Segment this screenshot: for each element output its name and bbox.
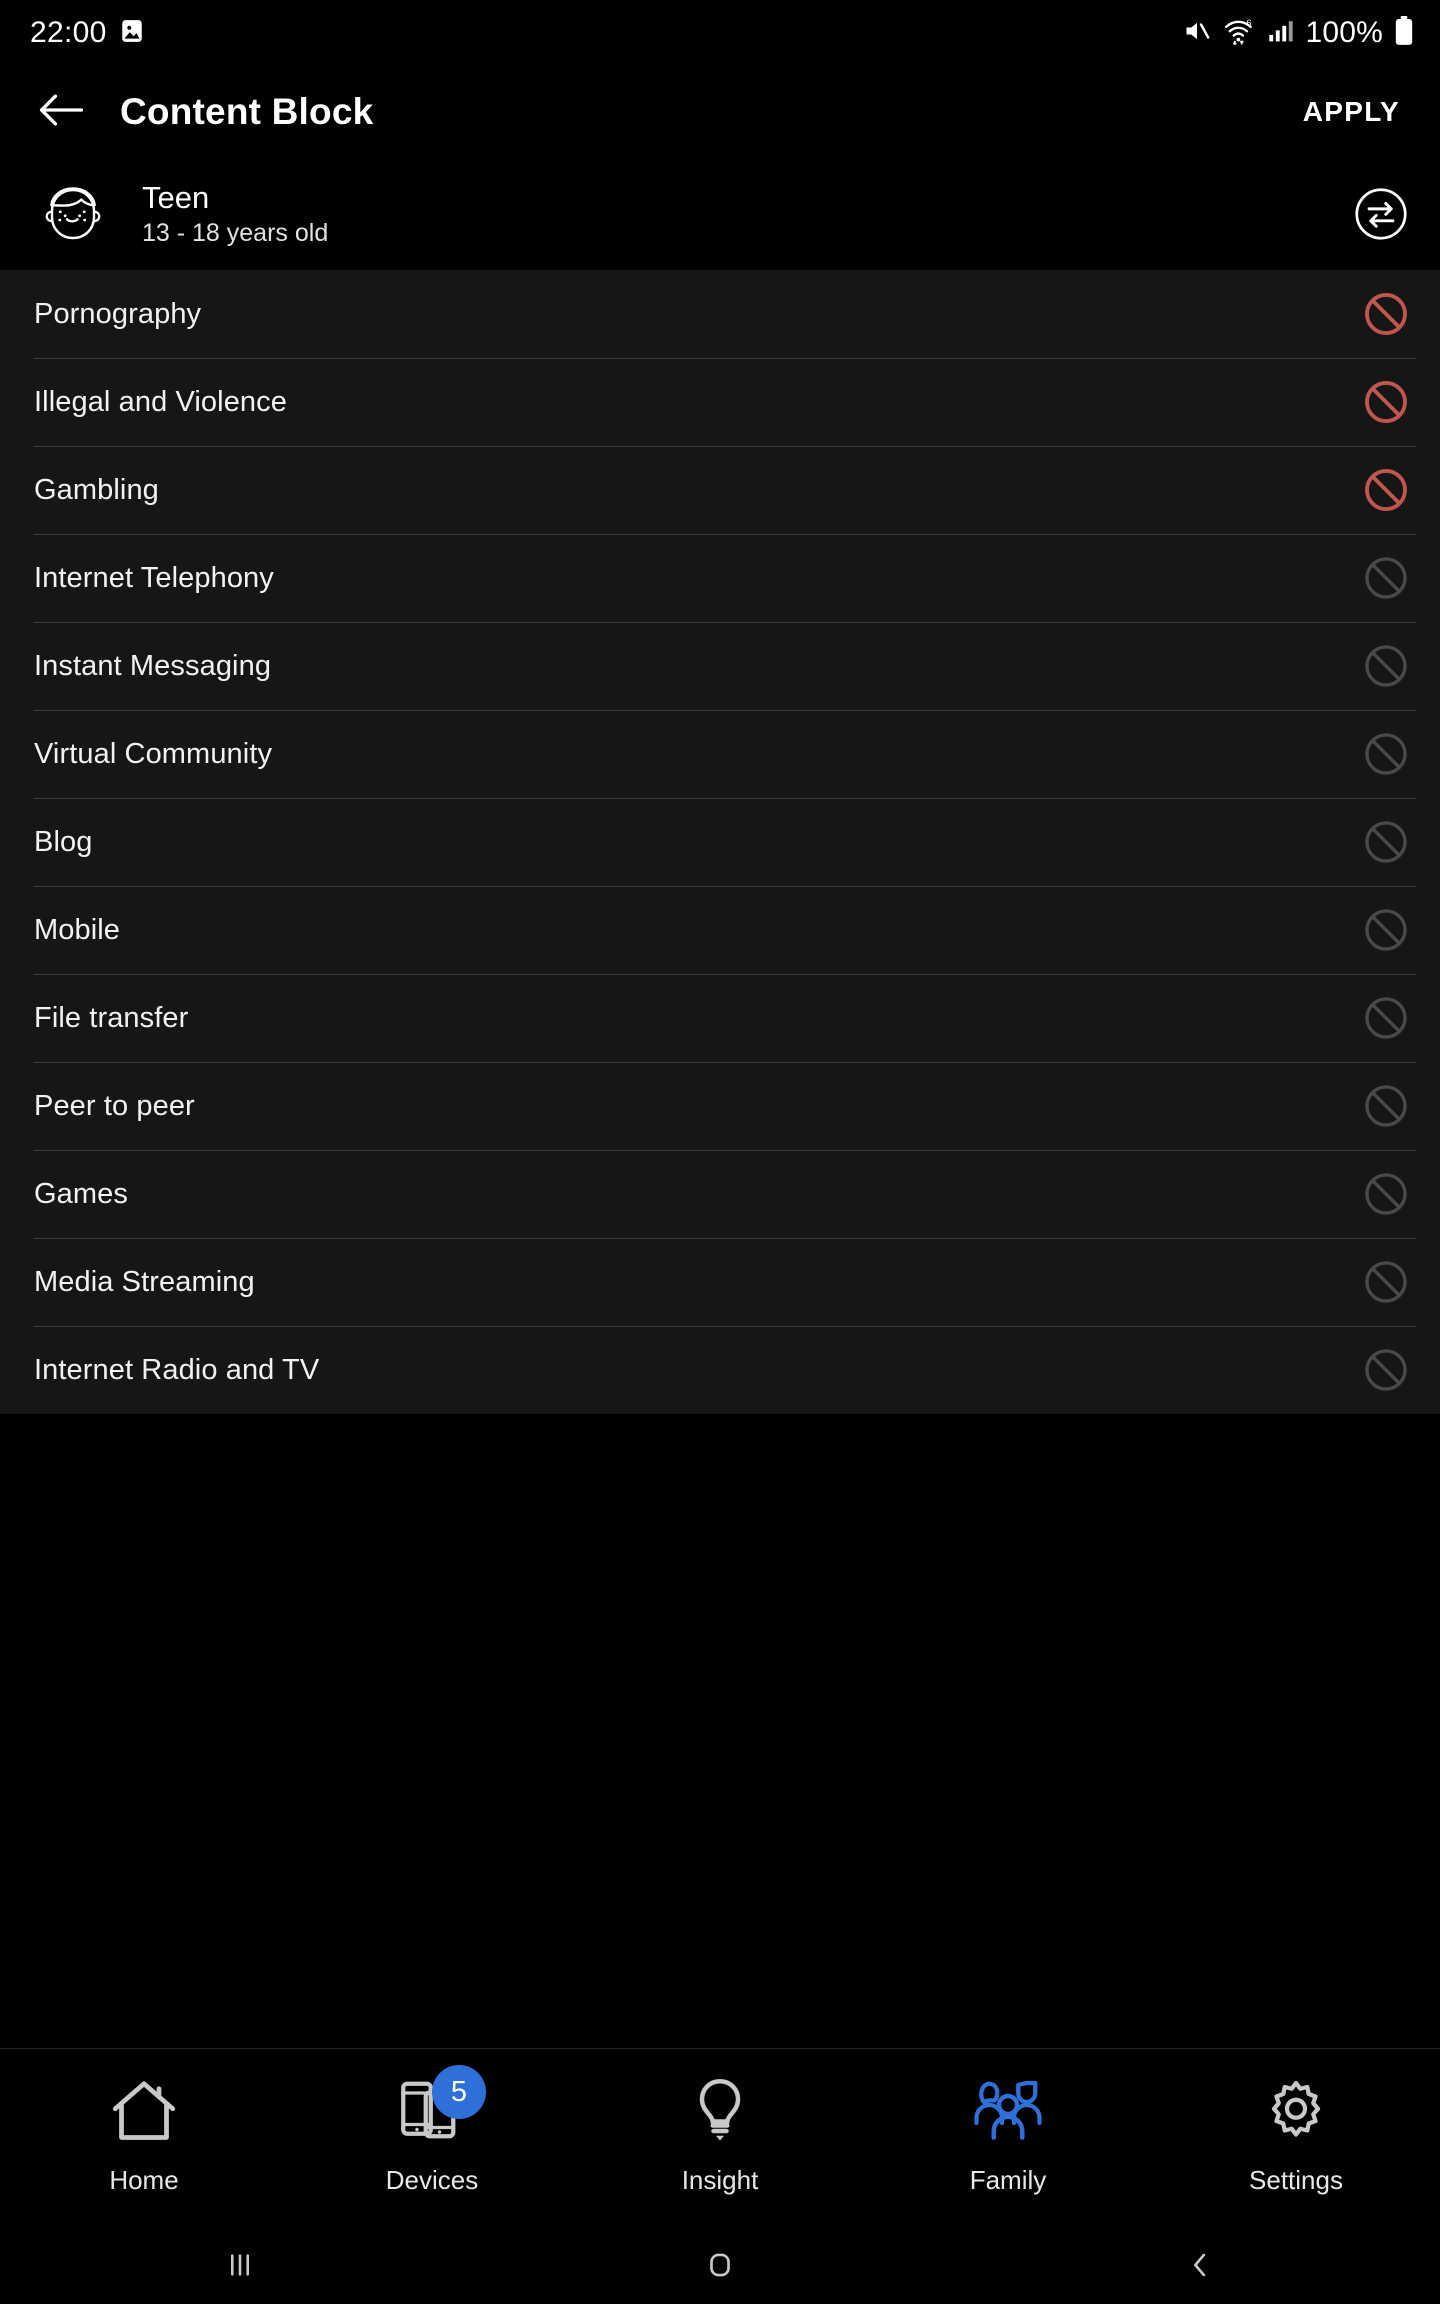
- content-block-row[interactable]: Gambling: [0, 446, 1440, 534]
- allowed-icon[interactable]: [1362, 642, 1410, 690]
- battery-icon: [1394, 15, 1414, 51]
- signal-bars-icon: [1268, 19, 1294, 48]
- svg-text:6: 6: [1247, 17, 1252, 27]
- status-time: 22:00: [30, 16, 107, 49]
- nav-item-family[interactable]: Family: [864, 2049, 1152, 2196]
- back-arrow-icon: [37, 91, 84, 134]
- back-chevron-icon: [1183, 2248, 1217, 2287]
- content-block-label: Pornography: [34, 297, 202, 330]
- bottom-navigation: Home 5 Devices Insight Family Settings: [0, 2048, 1440, 2230]
- content-block-list: Pornography Illegal and Violence Gambling I…: [0, 270, 1440, 1414]
- swap-profile-button[interactable]: [1352, 185, 1410, 243]
- nav-item-insight[interactable]: Insight: [576, 2049, 864, 2196]
- recents-icon: [223, 2248, 257, 2287]
- back-button[interactable]: [34, 86, 86, 138]
- profile-header[interactable]: Teen 13 - 18 years old: [0, 158, 1440, 270]
- apply-button[interactable]: APPLY: [1297, 86, 1406, 138]
- blocked-icon[interactable]: [1362, 466, 1410, 514]
- allowed-icon[interactable]: [1362, 906, 1410, 954]
- content-block-label: File transfer: [34, 1001, 189, 1034]
- content-block-label: Blog: [34, 825, 93, 858]
- system-navigation-bar: [0, 2230, 1440, 2304]
- content-block-row[interactable]: Pornography: [0, 270, 1440, 358]
- allowed-icon[interactable]: [1362, 994, 1410, 1042]
- blocked-icon[interactable]: [1362, 290, 1410, 338]
- allowed-icon[interactable]: [1362, 1346, 1410, 1394]
- mute-icon: [1182, 17, 1212, 50]
- content-block-label: Gambling: [34, 473, 159, 506]
- image-icon: [119, 18, 145, 49]
- family-group-icon: [965, 2071, 1051, 2149]
- status-bar: 22:00 6 100%: [0, 0, 1440, 66]
- content-block-label: Illegal and Violence: [34, 385, 287, 418]
- status-bar-right: 6 100%: [1182, 15, 1414, 51]
- profile-name: Teen: [142, 179, 210, 215]
- content-block-row[interactable]: Internet Telephony: [0, 534, 1440, 622]
- content-block-label: Internet Radio and TV: [34, 1353, 320, 1386]
- gear-icon: [1253, 2071, 1339, 2149]
- content-block-label: Internet Telephony: [34, 561, 274, 594]
- profile-text: Teen 13 - 18 years old: [142, 179, 1322, 248]
- nav-label: Settings: [1249, 2165, 1343, 2195]
- content-block-row[interactable]: Games: [0, 1150, 1440, 1238]
- content-block-label: Media Streaming: [34, 1265, 255, 1298]
- content-block-row[interactable]: Mobile: [0, 886, 1440, 974]
- content-block-label: Virtual Community: [34, 737, 273, 770]
- devices-badge: 5: [432, 2065, 486, 2119]
- nav-label: Family: [969, 2165, 1047, 2195]
- nav-label: Home: [109, 2165, 179, 2195]
- content-block-row[interactable]: Virtual Community: [0, 710, 1440, 798]
- allowed-icon[interactable]: [1362, 1170, 1410, 1218]
- back-button-system[interactable]: [960, 2248, 1440, 2287]
- status-bar-left: 22:00: [30, 16, 145, 50]
- wifi-6-icon: 6: [1223, 17, 1257, 50]
- content-block-label: Peer to peer: [34, 1089, 195, 1122]
- allowed-icon[interactable]: [1362, 730, 1410, 778]
- app-bar: Content Block APPLY: [0, 66, 1440, 158]
- content-block-label: Instant Messaging: [34, 649, 272, 682]
- content-block-row[interactable]: Peer to peer: [0, 1062, 1440, 1150]
- allowed-icon[interactable]: [1362, 554, 1410, 602]
- home-button[interactable]: [480, 2248, 960, 2287]
- profile-age-range: 13 - 18 years old: [142, 219, 329, 248]
- blocked-icon[interactable]: [1362, 378, 1410, 426]
- content-block-row[interactable]: Illegal and Violence: [0, 358, 1440, 446]
- nav-item-devices[interactable]: 5 Devices: [288, 2049, 576, 2196]
- recents-button[interactable]: [0, 2248, 480, 2287]
- content-block-row[interactable]: Internet Radio and TV: [0, 1326, 1440, 1414]
- nav-item-home[interactable]: Home: [0, 2049, 288, 2196]
- content-block-row[interactable]: Instant Messaging: [0, 622, 1440, 710]
- lightbulb-icon: [677, 2071, 763, 2149]
- home-icon: [101, 2071, 187, 2149]
- content-block-row[interactable]: Media Streaming: [0, 1238, 1440, 1326]
- nav-item-settings[interactable]: Settings: [1152, 2049, 1440, 2196]
- content-block-row[interactable]: File transfer: [0, 974, 1440, 1062]
- content-block-label: Mobile: [34, 913, 121, 946]
- teen-face-avatar: [34, 175, 112, 253]
- battery-percent: 100%: [1305, 16, 1383, 49]
- app-screen: 22:00 6 100% Content Block APPLY Teen 13…: [0, 0, 1440, 2304]
- devices-icon: 5: [389, 2065, 486, 2149]
- nav-label: Insight: [681, 2165, 759, 2195]
- allowed-icon[interactable]: [1362, 1258, 1410, 1306]
- page-title: Content Block: [120, 91, 374, 132]
- home-square-icon: [703, 2248, 737, 2287]
- nav-label: Devices: [385, 2165, 479, 2195]
- content-block-label: Games: [34, 1177, 128, 1210]
- allowed-icon[interactable]: [1362, 818, 1410, 866]
- content-block-row[interactable]: Blog: [0, 798, 1440, 886]
- allowed-icon[interactable]: [1362, 1082, 1410, 1130]
